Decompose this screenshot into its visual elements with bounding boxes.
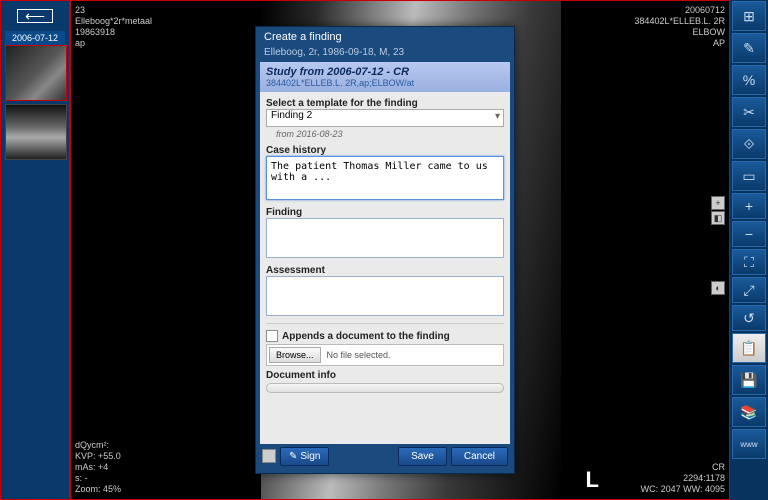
docinfo-progress: [266, 383, 504, 393]
tool-crop-icon[interactable]: ✂: [732, 97, 766, 127]
thumbnail-2[interactable]: [5, 104, 67, 160]
mini-box-icon[interactable]: ◧: [711, 211, 725, 225]
overlay-top-right: 20060712 384402L*ELLEB.L. 2R ELBOW AP: [634, 5, 725, 49]
cancel-button[interactable]: Cancel: [451, 447, 508, 466]
tool-fullscreen-icon[interactable]: ⛶: [732, 249, 766, 275]
tool-pencil-icon[interactable]: ✎: [732, 33, 766, 63]
tool-clipboard-icon[interactable]: 📋: [732, 333, 766, 363]
no-file-label: No file selected.: [327, 350, 391, 360]
thumbnail-1[interactable]: [5, 45, 67, 101]
create-finding-dialog: Create a finding Elleboog, 2r, 1986-09-1…: [255, 26, 515, 474]
overlay-bottom-right: CR 2294:1178 WC: 2047 WW: 4095: [641, 462, 725, 495]
template-date: from 2016-08-23: [266, 127, 504, 141]
tool-zoom-out-icon[interactable]: −: [732, 221, 766, 247]
file-chooser: Browse... No file selected.: [266, 344, 504, 366]
tool-save-icon[interactable]: 💾: [732, 365, 766, 395]
laterality-marker: L: [586, 467, 599, 493]
tool-layout-icon[interactable]: ⊞: [732, 1, 766, 31]
finding-label: Finding: [266, 207, 504, 218]
tool-zoom-in-icon[interactable]: +: [732, 193, 766, 219]
attachment-icon: [266, 330, 278, 342]
study-header: Study from 2006-07-12 - CR 384402L*ELLEB…: [260, 62, 510, 92]
tool-percent-icon[interactable]: %: [732, 65, 766, 95]
thumbnail-sidebar: ⟵ 2006-07-12: [0, 0, 70, 500]
tool-stack-icon[interactable]: 📚: [732, 397, 766, 427]
overlay-bottom-left: dQycm²: KVP: +55.0 mAs: +4 s: - Zoom: 45…: [75, 440, 121, 495]
mini-plus-icon[interactable]: +: [711, 196, 725, 210]
tool-measure-icon[interactable]: ⟐: [732, 129, 766, 159]
case-history-input[interactable]: [266, 156, 504, 200]
pen-icon: ✎: [289, 451, 297, 462]
save-button[interactable]: Save: [398, 447, 447, 466]
thumb-date: 2006-07-12: [5, 31, 65, 45]
dialog-footer: ✎Sign Save Cancel: [260, 443, 510, 469]
template-label: Select a template for the finding: [266, 98, 504, 109]
browse-button[interactable]: Browse...: [269, 347, 321, 363]
tool-www-icon[interactable]: www: [732, 429, 766, 459]
dialog-title: Create a finding: [256, 27, 514, 47]
mini-contrast-icon[interactable]: ◐: [711, 281, 725, 295]
sign-button[interactable]: ✎Sign: [280, 447, 329, 466]
assessment-label: Assessment: [266, 265, 504, 276]
back-button[interactable]: ⟵: [17, 9, 53, 23]
dialog-patient-info: Elleboog, 2r, 1986-09-18, M, 23: [256, 47, 514, 62]
case-history-label: Case history: [266, 145, 504, 156]
overlay-top-left: 23 Elleboog*2r*metaal 19863918 ap: [75, 5, 152, 49]
right-toolbar: ⊞ ✎ % ✂ ⟐ ▭ + − ⛶ ⤢ ↺ 📋 💾 📚 www: [730, 0, 768, 500]
finding-input[interactable]: [266, 218, 504, 258]
tool-undo-icon[interactable]: ↺: [732, 305, 766, 331]
assessment-input[interactable]: [266, 276, 504, 316]
sign-checkbox[interactable]: [262, 449, 276, 463]
tool-fit-icon[interactable]: ⤢: [732, 277, 766, 303]
tool-rect-icon[interactable]: ▭: [732, 161, 766, 191]
template-select[interactable]: Finding 2: [266, 109, 504, 127]
docinfo-label: Document info: [266, 370, 504, 381]
attach-label: Appends a document to the finding: [282, 331, 450, 342]
